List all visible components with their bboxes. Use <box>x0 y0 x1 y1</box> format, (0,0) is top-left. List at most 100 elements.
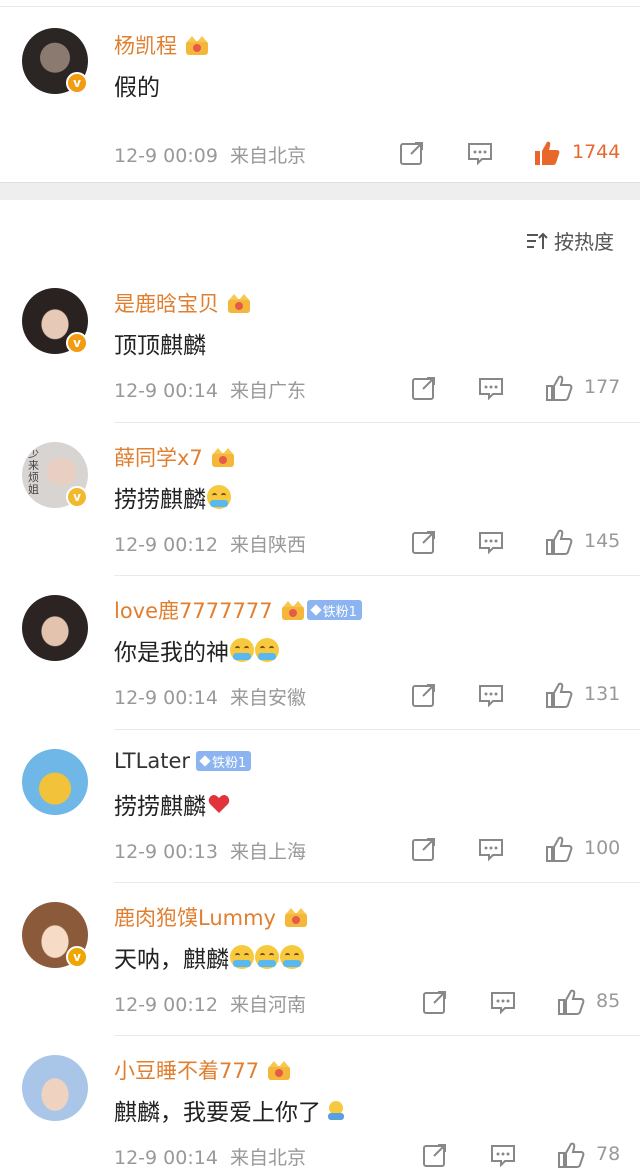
username[interactable]: 小豆睡不着777 <box>114 1055 293 1085</box>
location: 来自安徽 <box>229 687 306 709</box>
username[interactable]: 是鹿晗宝贝 <box>114 288 253 318</box>
sort-by-hot-button[interactable]: 按热度 <box>526 226 614 255</box>
repost-icon[interactable] <box>411 529 437 555</box>
time: 12-9 00:14 <box>114 1147 218 1169</box>
like-count: 1744 <box>572 141 621 163</box>
crown-icon <box>228 294 250 313</box>
username-text[interactable]: 薛同学x7 <box>114 442 203 472</box>
divider <box>114 1035 640 1036</box>
username-text[interactable]: LTLater <box>114 749 190 773</box>
like-count: 131 <box>584 683 621 705</box>
repost-icon[interactable] <box>411 375 437 401</box>
repost-icon[interactable] <box>422 1142 448 1168</box>
crown-icon <box>281 601 304 620</box>
like-icon[interactable] <box>545 835 573 863</box>
fan-badge-label: 铁粉1 <box>212 755 247 771</box>
divider <box>114 575 640 576</box>
comment-item: v 鹿肉狍馍Lummy 天呐，麒麟 12-9 00:12 来自河南 85 <box>0 884 640 1037</box>
like-icon[interactable] <box>557 1141 585 1169</box>
time: 12-9 00:12 <box>114 994 218 1016</box>
comment-item: 少来烦姐 v 薛同学x7 捞捞麒麟 12-9 00:12 来自陕西 145 <box>0 424 640 577</box>
comment-meta: 12-9 00:12 来自河南 <box>114 990 306 1017</box>
comment-item: love鹿7777777 铁粉1 你是我的神 12-9 00:14 来自安徽 1… <box>0 577 640 731</box>
crying-emoji-icon <box>255 638 279 662</box>
repost-icon[interactable] <box>422 989 448 1015</box>
comment-meta: 12-9 00:13 来自上海 <box>114 837 306 864</box>
crown-icon <box>211 448 234 467</box>
comment-meta: 12-9 00:14 来自广东 <box>114 376 306 403</box>
location: 来自陕西 <box>229 534 306 556</box>
time: 12-9 00:12 <box>114 534 218 556</box>
diamond-icon <box>309 604 322 616</box>
like-count: 145 <box>584 530 621 552</box>
location: 来自北京 <box>229 145 306 167</box>
comment-text-content: 捞捞麒麟 <box>114 794 206 820</box>
crown-icon <box>284 908 307 927</box>
repost-icon[interactable] <box>399 140 425 166</box>
hug-emoji-icon <box>328 1101 344 1120</box>
top-comment: v 杨凯程 假的 12-9 00:09 来自北京 1744 <box>0 0 640 182</box>
username[interactable]: 杨凯程 <box>114 30 211 60</box>
username-text[interactable]: 杨凯程 <box>114 30 177 60</box>
comment-text-content: 你是我的神 <box>114 640 229 666</box>
like-icon[interactable] <box>545 681 573 709</box>
time: 12-9 00:09 <box>114 145 218 167</box>
like-count: 78 <box>596 1143 621 1165</box>
crying-emoji-icon <box>280 945 304 969</box>
crying-emoji-icon <box>207 485 231 509</box>
like-count: 100 <box>584 837 621 859</box>
avatar[interactable] <box>22 749 88 815</box>
username-text[interactable]: 是鹿晗宝贝 <box>114 288 219 318</box>
comment-text: 你是我的神 <box>114 633 279 667</box>
diamond-icon <box>199 755 211 767</box>
comment-icon[interactable] <box>467 140 493 166</box>
comment-icon[interactable] <box>478 682 504 708</box>
location: 来自北京 <box>229 1147 306 1169</box>
avatar[interactable] <box>22 1055 88 1121</box>
verified-badge-icon: v <box>66 946 88 968</box>
location: 来自上海 <box>229 841 306 863</box>
crown-icon <box>268 1061 291 1080</box>
like-count: 177 <box>584 376 621 398</box>
comment-icon[interactable] <box>490 989 516 1015</box>
comment-icon[interactable] <box>490 1142 516 1168</box>
username[interactable]: 薛同学x7 <box>114 442 237 472</box>
username-text[interactable]: 小豆睡不着777 <box>114 1055 259 1085</box>
fan-badge-label: 铁粉1 <box>322 604 357 620</box>
repost-icon[interactable] <box>411 836 437 862</box>
comment-icon[interactable] <box>478 836 504 862</box>
crying-emoji-icon <box>230 945 254 969</box>
like-icon[interactable] <box>533 139 561 167</box>
fan-badge: 铁粉1 <box>196 751 252 771</box>
crown-icon <box>186 36 208 55</box>
username[interactable]: love鹿7777777 铁粉1 <box>114 595 362 625</box>
crying-emoji-icon <box>230 638 254 662</box>
avatar[interactable] <box>22 595 88 661</box>
comment-icon[interactable] <box>478 529 504 555</box>
comment-text: 顶顶麒麟 <box>114 333 206 359</box>
username-text[interactable]: love鹿7777777 <box>114 595 273 625</box>
comment-text: 捞捞麒麟 <box>114 787 230 821</box>
section-divider <box>0 182 640 200</box>
divider <box>114 882 640 883</box>
sort-icon <box>527 232 548 249</box>
like-icon[interactable] <box>545 374 573 402</box>
comment-item: LTLater 铁粉1 捞捞麒麟 12-9 00:13 来自上海 100 <box>0 731 640 884</box>
like-icon[interactable] <box>545 528 573 556</box>
time: 12-9 00:14 <box>114 687 218 709</box>
comment-text: 麒麟，我要爱上你了 <box>114 1093 347 1127</box>
comment-text: 假的 <box>114 75 160 101</box>
like-icon[interactable] <box>557 988 585 1016</box>
heart-emoji-icon <box>208 795 230 813</box>
comment-icon[interactable] <box>478 375 504 401</box>
comment-text: 捞捞麒麟 <box>114 480 231 514</box>
comment-meta: 12-9 00:09 来自北京 <box>114 141 306 168</box>
username-text[interactable]: 鹿肉狍馍Lummy <box>114 902 276 932</box>
time: 12-9 00:13 <box>114 841 218 863</box>
username[interactable]: LTLater 铁粉1 <box>114 749 252 773</box>
username[interactable]: 鹿肉狍馍Lummy <box>114 902 310 932</box>
divider <box>114 422 640 423</box>
location: 来自广东 <box>229 380 306 402</box>
comment-item: v 是鹿晗宝贝 顶顶麒麟 12-9 00:14 来自广东 177 <box>0 270 640 424</box>
repost-icon[interactable] <box>411 682 437 708</box>
